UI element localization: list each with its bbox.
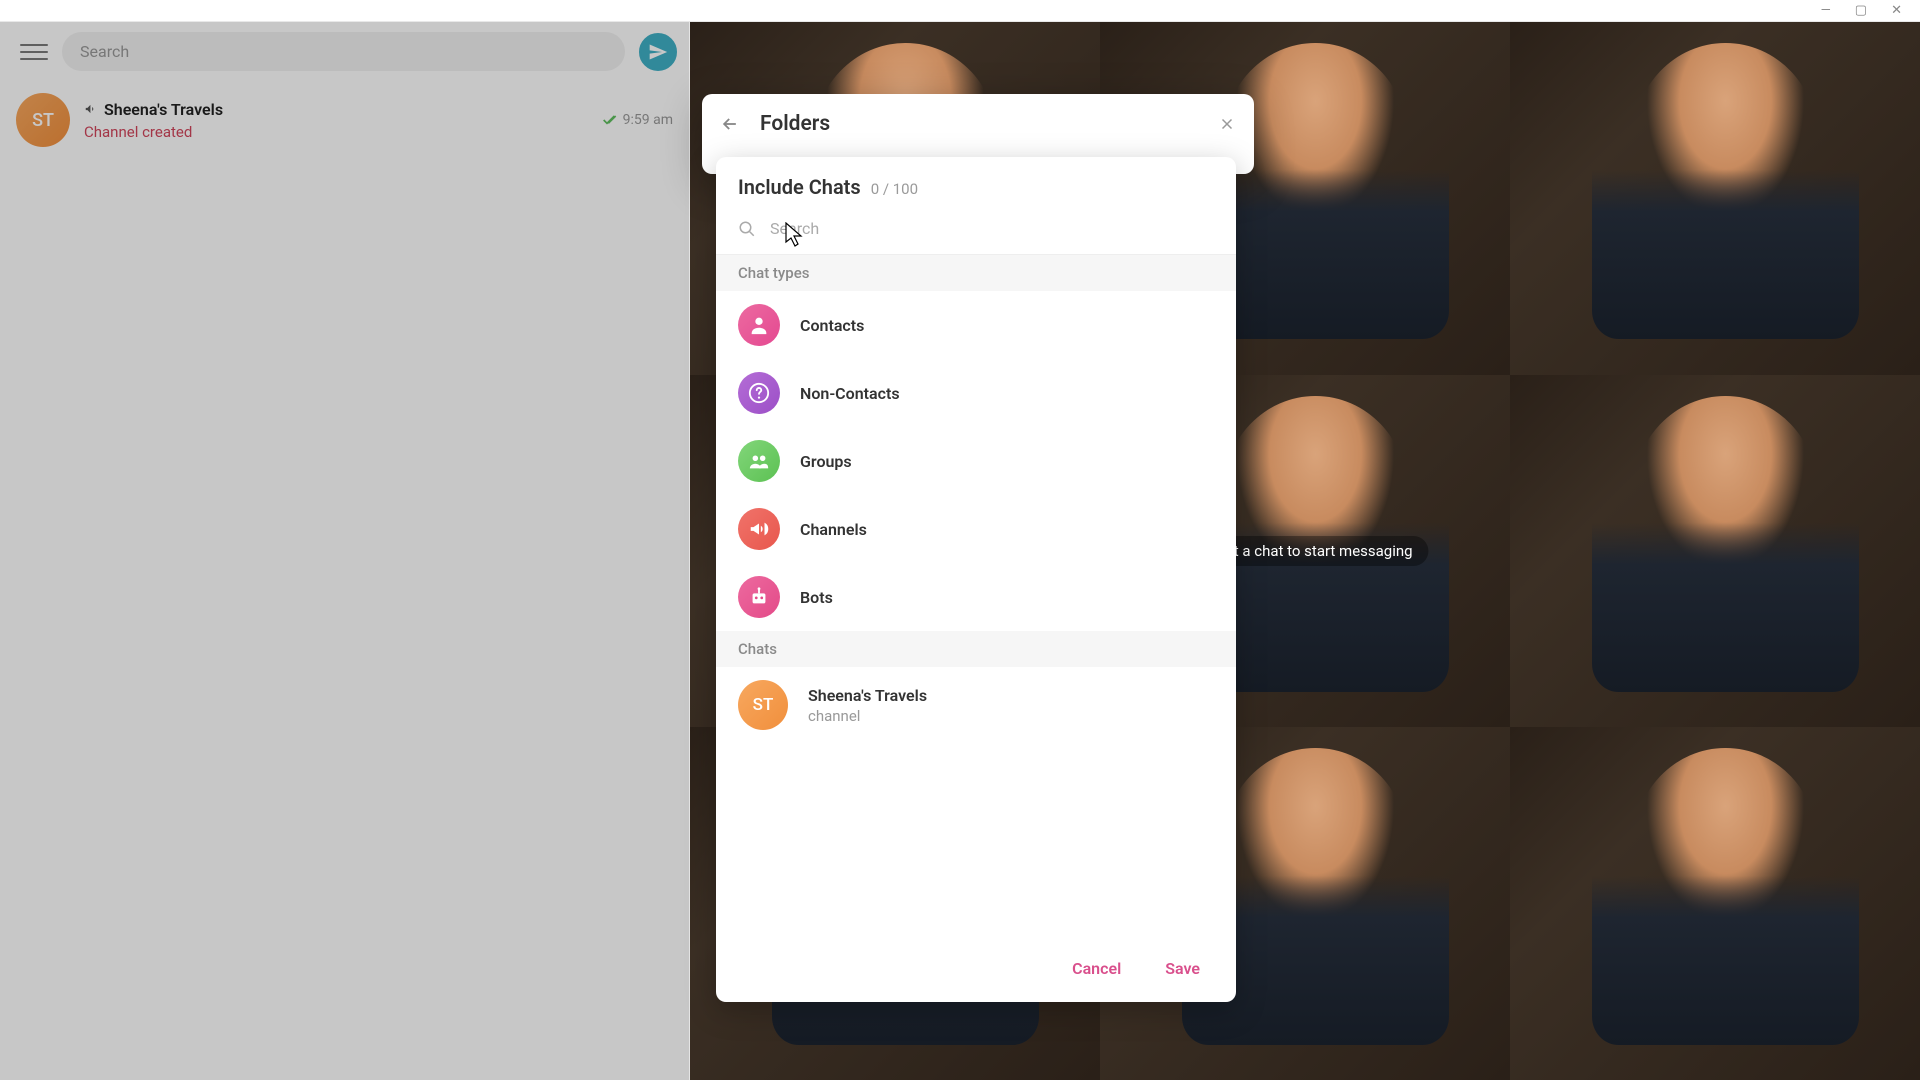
person-icon: [738, 304, 780, 346]
chat-type-channels[interactable]: Channels: [716, 495, 1236, 563]
chat-name: Sheena's Travels: [808, 686, 927, 705]
chat-type-label: Contacts: [800, 316, 864, 335]
folders-modal-title: Folders: [760, 112, 1198, 136]
save-button[interactable]: Save: [1157, 953, 1208, 984]
include-count: 0 / 100: [871, 180, 918, 198]
chat-type-bots[interactable]: Bots: [716, 563, 1236, 631]
chat-type-non-contacts[interactable]: Non-Contacts: [716, 359, 1236, 427]
sidebar-dim-overlay: [0, 22, 689, 1080]
include-modal-title: Include Chats: [738, 175, 861, 199]
chat-type-label: Bots: [800, 588, 833, 607]
chat-type-label: Channels: [800, 520, 867, 539]
back-arrow-icon[interactable]: [720, 114, 740, 134]
window-close[interactable]: ✕: [1891, 3, 1902, 18]
window-maximize[interactable]: ▢: [1855, 3, 1867, 18]
search-icon: [738, 220, 756, 238]
include-chats-modal: Include Chats 0 / 100 Chat types Contact…: [716, 157, 1236, 1002]
section-chat-types: Chat types: [716, 255, 1236, 291]
window-minimize[interactable]: —: [1821, 3, 1831, 18]
include-search-input[interactable]: [770, 219, 1214, 238]
cancel-button[interactable]: Cancel: [1064, 953, 1129, 984]
chat-type-label: Non-Contacts: [800, 384, 900, 403]
chat-sidebar: Search ST Sheena's Travels Channel creat…: [0, 22, 690, 1080]
group-icon: [738, 440, 780, 482]
megaphone-icon: [738, 508, 780, 550]
include-chat-item[interactable]: ST Sheena's Travels channel: [716, 667, 1236, 743]
question-icon: [738, 372, 780, 414]
window-title-bar: — ▢ ✕: [0, 0, 1920, 22]
avatar: ST: [738, 680, 788, 730]
chat-sub: channel: [808, 707, 927, 725]
chat-type-groups[interactable]: Groups: [716, 427, 1236, 495]
chat-type-contacts[interactable]: Contacts: [716, 291, 1236, 359]
section-chats: Chats: [716, 631, 1236, 667]
bot-icon: [738, 576, 780, 618]
close-icon[interactable]: [1218, 115, 1236, 133]
chat-type-label: Groups: [800, 452, 852, 471]
